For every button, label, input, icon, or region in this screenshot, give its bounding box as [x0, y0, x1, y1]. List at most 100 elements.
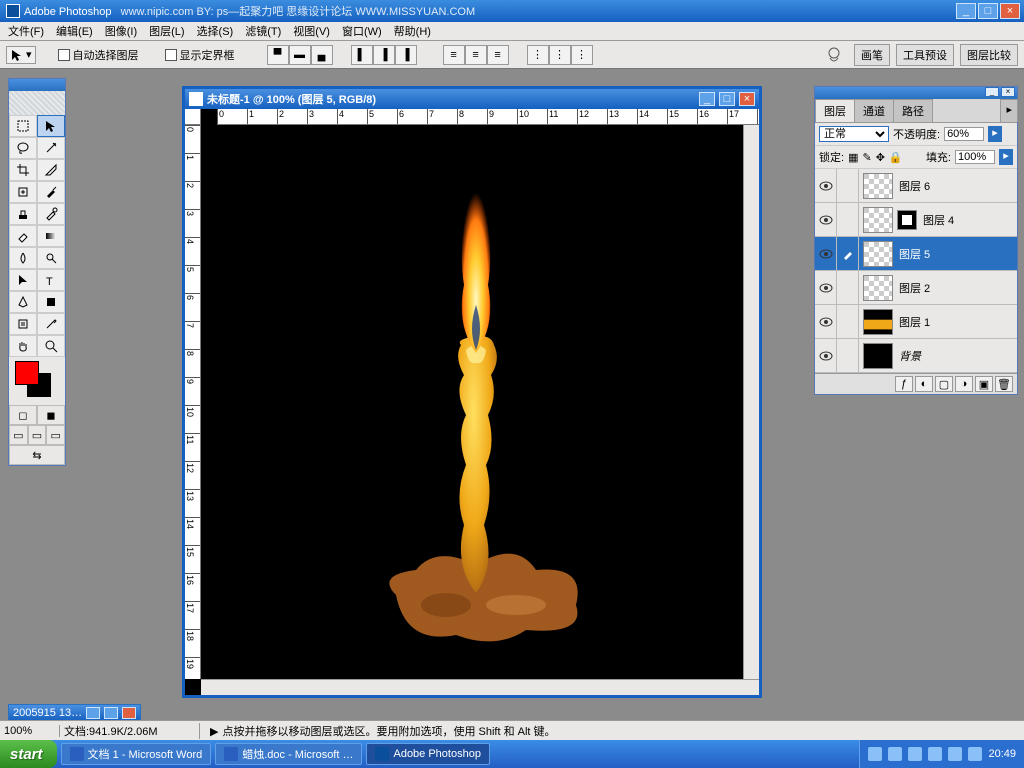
hand-tool-icon[interactable]	[9, 335, 37, 357]
screen-standard-icon[interactable]: ▭	[9, 425, 28, 445]
healing-brush-tool-icon[interactable]	[9, 181, 37, 203]
tab-paths[interactable]: 路径	[893, 99, 933, 122]
quickmask-mode-icon[interactable]: ◼	[37, 405, 65, 425]
clone-stamp-tool-icon[interactable]	[9, 203, 37, 225]
distribute-hcenter-icon[interactable]: ⋮	[549, 45, 571, 65]
layer-thumbnail[interactable]	[863, 275, 893, 301]
lasso-tool-icon[interactable]	[9, 137, 37, 159]
tab-layers[interactable]: 图层	[815, 99, 855, 122]
move-tool-icon[interactable]	[37, 115, 65, 137]
move-tool-indicator[interactable]: ▾	[6, 46, 36, 64]
tab-channels[interactable]: 通道	[854, 99, 894, 122]
doc-scrollbar-horizontal[interactable]	[201, 679, 759, 695]
taskbar-item-photoshop[interactable]: Adobe Photoshop	[366, 743, 489, 765]
crop-tool-icon[interactable]	[9, 159, 37, 181]
layer-thumbnail[interactable]	[863, 309, 893, 335]
blend-mode-select[interactable]: 正常	[819, 126, 889, 142]
pen-tool-icon[interactable]	[9, 291, 37, 313]
screen-full-menu-icon[interactable]: ▭	[28, 425, 47, 445]
marquee-tool-icon[interactable]	[9, 115, 37, 137]
toolbox-header[interactable]	[9, 79, 65, 91]
standard-mode-icon[interactable]: ◻	[9, 405, 37, 425]
window-maximize-button[interactable]: □	[978, 3, 998, 19]
layer-thumbnail[interactable]	[863, 343, 893, 369]
jump-to-imageready-icon[interactable]: ⇆	[9, 445, 65, 465]
eraser-tool-icon[interactable]	[9, 225, 37, 247]
layer-name[interactable]: 图层 1	[897, 314, 1017, 330]
layer-row[interactable]: 图层 6	[815, 169, 1017, 203]
menu-file[interactable]: 文件(F)	[2, 21, 50, 41]
float-restore-icon[interactable]	[86, 707, 100, 719]
layer-name[interactable]: 图层 6	[897, 178, 1017, 194]
menu-help[interactable]: 帮助(H)	[388, 21, 437, 41]
align-bottom-icon[interactable]: ▄	[311, 45, 333, 65]
layer-thumbnail[interactable]	[863, 241, 893, 267]
path-select-tool-icon[interactable]	[9, 269, 37, 291]
palette-layercomp-tab[interactable]: 图层比较	[960, 44, 1018, 66]
layer-name[interactable]: 图层 5	[897, 246, 1017, 262]
lock-transparency-icon[interactable]: ▦	[848, 151, 858, 164]
palette-brushes-tab[interactable]: 画笔	[854, 44, 890, 66]
dodge-tool-icon[interactable]	[37, 247, 65, 269]
panel-minimize-button[interactable]: _	[985, 87, 999, 97]
canvas[interactable]	[201, 125, 759, 679]
layer-row[interactable]: 背景	[815, 339, 1017, 373]
ruler-horizontal[interactable]: 0123456789101112131415161718	[217, 109, 759, 125]
clock[interactable]: 20:49	[988, 748, 1016, 760]
history-brush-tool-icon[interactable]	[37, 203, 65, 225]
layer-row[interactable]: 图层 5	[815, 237, 1017, 271]
menu-image[interactable]: 图像(I)	[99, 21, 143, 41]
distribute-top-icon[interactable]: ≡	[443, 45, 465, 65]
link-column[interactable]	[837, 339, 859, 372]
magic-wand-tool-icon[interactable]	[37, 137, 65, 159]
link-column[interactable]	[837, 237, 859, 270]
tray-icon[interactable]	[928, 747, 942, 761]
foreground-color-swatch[interactable]	[15, 361, 39, 385]
visibility-toggle-icon[interactable]	[815, 237, 837, 270]
opacity-field[interactable]: 60%	[944, 127, 984, 141]
tray-icon[interactable]	[888, 747, 902, 761]
panel-menu-button[interactable]: ▸	[1000, 99, 1018, 122]
screen-full-icon[interactable]: ▭	[46, 425, 65, 445]
link-column[interactable]	[837, 203, 859, 236]
auto-select-layer-checkbox[interactable]: 自动选择图层	[58, 47, 139, 63]
layer-row[interactable]: 图层 4	[815, 203, 1017, 237]
notes-tool-icon[interactable]	[9, 313, 37, 335]
layer-row[interactable]: 图层 1	[815, 305, 1017, 339]
fill-flyout-button[interactable]: ▸	[999, 149, 1013, 165]
delete-layer-button[interactable]: 🗑	[995, 376, 1013, 392]
float-close-icon[interactable]	[122, 707, 136, 719]
show-transform-controls-checkbox[interactable]: 显示定界框	[165, 47, 235, 63]
menu-edit[interactable]: 编辑(E)	[50, 21, 99, 41]
brush-tool-icon[interactable]	[37, 181, 65, 203]
distribute-bottom-icon[interactable]: ≡	[487, 45, 509, 65]
eyedropper-tool-icon[interactable]	[37, 313, 65, 335]
doc-maximize-button[interactable]: □	[719, 92, 735, 106]
panel-header[interactable]: _ ×	[815, 87, 1017, 99]
tray-icon[interactable]	[908, 747, 922, 761]
align-right-icon[interactable]: ▐	[395, 45, 417, 65]
brush-presets-icon[interactable]	[820, 44, 848, 66]
lock-pixels-icon[interactable]: ✎	[862, 151, 871, 164]
tray-icon[interactable]	[968, 747, 982, 761]
layer-thumbnail[interactable]	[863, 207, 893, 233]
distribute-right-icon[interactable]: ⋮	[571, 45, 593, 65]
layer-name[interactable]: 背景	[897, 348, 1017, 364]
visibility-toggle-icon[interactable]	[815, 339, 837, 372]
window-close-button[interactable]: ×	[1000, 3, 1020, 19]
lock-position-icon[interactable]: ✥	[876, 151, 885, 164]
new-set-button[interactable]: ▢	[935, 376, 953, 392]
visibility-toggle-icon[interactable]	[815, 305, 837, 338]
visibility-toggle-icon[interactable]	[815, 169, 837, 202]
lock-all-icon[interactable]: 🔒	[889, 151, 903, 164]
link-column[interactable]	[837, 271, 859, 304]
layer-mask-thumbnail[interactable]	[897, 210, 917, 230]
layer-style-button[interactable]: ƒ	[895, 376, 913, 392]
menu-window[interactable]: 窗口(W)	[336, 21, 388, 41]
align-left-icon[interactable]: ▌	[351, 45, 373, 65]
new-layer-button[interactable]: ▣	[975, 376, 993, 392]
menu-layer[interactable]: 图层(L)	[143, 21, 190, 41]
menu-view[interactable]: 视图(V)	[287, 21, 336, 41]
menu-select[interactable]: 选择(S)	[191, 21, 240, 41]
layer-row[interactable]: 图层 2	[815, 271, 1017, 305]
